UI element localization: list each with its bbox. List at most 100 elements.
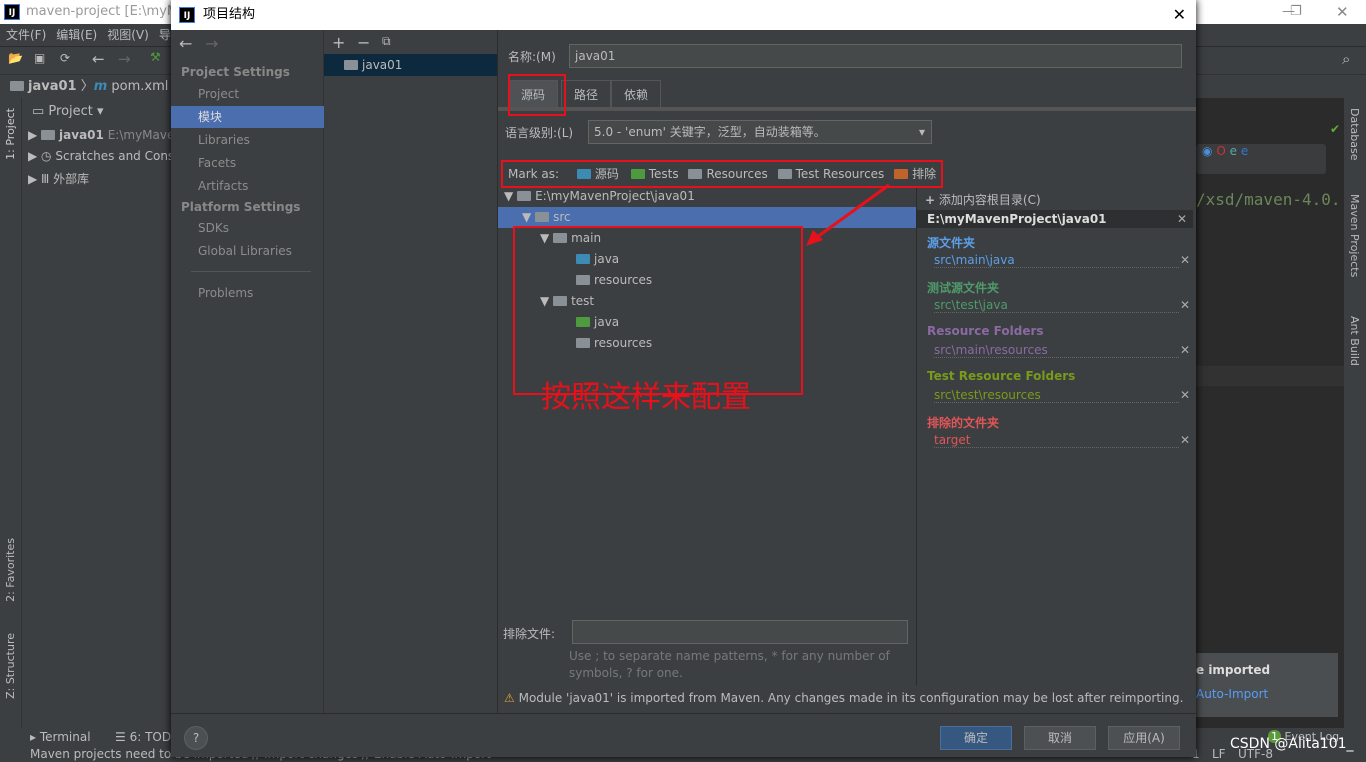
project-tool-tab[interactable]: 1: Project: [4, 108, 17, 160]
remove-folder-icon[interactable]: ✕: [1180, 298, 1190, 312]
warning-icon: ⚠: [504, 691, 515, 705]
maven-tool-tab[interactable]: Maven Projects: [1348, 194, 1361, 277]
favorites-tool-tab[interactable]: 2: Favorites: [4, 538, 17, 602]
structure-tool-tab[interactable]: Z: Structure: [4, 633, 17, 699]
content-root-header: E:\myMavenProject\java01 ✕: [917, 210, 1193, 228]
csdn-watermark: CSDN @Alita101_: [1230, 736, 1354, 752]
tree-item-external-libs[interactable]: ▶ Ⅲ 外部库: [28, 170, 89, 187]
nav-project[interactable]: Project: [171, 83, 324, 105]
expand-arrow-icon[interactable]: ▼: [504, 189, 513, 203]
nav-libraries[interactable]: Libraries: [171, 129, 324, 151]
nav-back-icon[interactable]: ←: [179, 34, 192, 53]
editor-code: /xsd/maven-4.0.: [1196, 190, 1341, 209]
nav-forward-icon[interactable]: →: [205, 34, 218, 53]
tree-node[interactable]: ▼ E:\myMavenProject\java01: [498, 186, 695, 207]
browser-icons: ◉ O e e: [1196, 144, 1326, 174]
terminal-tab[interactable]: ▸ Terminal: [30, 728, 91, 746]
sync-icon[interactable]: ⟳: [60, 51, 70, 65]
caret-row: [1196, 366, 1344, 386]
restore-button[interactable]: ❐: [1290, 0, 1302, 24]
folder-icon: [535, 212, 550, 222]
root-group-heading: 排除的文件夹: [927, 416, 1000, 430]
ant-tool-tab[interactable]: Ant Build: [1348, 316, 1361, 366]
help-button[interactable]: ?: [184, 726, 208, 750]
tab-divider: [498, 107, 1196, 111]
safari-icon: ◉: [1202, 144, 1213, 158]
nav-divider: [191, 271, 311, 272]
remove-folder-icon[interactable]: ✕: [1180, 253, 1190, 267]
auto-import-link[interactable]: Auto-Import: [1196, 687, 1268, 701]
build-icon[interactable]: ⚒: [150, 50, 161, 64]
check-icon: ✔: [1330, 122, 1341, 136]
nav-sdks[interactable]: SDKs: [171, 217, 324, 239]
ide-title: maven-project [E:\myMav: [26, 4, 194, 19]
close-window-button[interactable]: ✕: [1336, 0, 1349, 24]
platform-settings-heading: Platform Settings: [181, 200, 301, 214]
nav-problems[interactable]: Problems: [171, 282, 324, 304]
cancel-button[interactable]: 取消: [1024, 726, 1096, 750]
add-content-root-button[interactable]: + 添加内容根目录(C): [925, 191, 1041, 208]
nav-facets[interactable]: Facets: [171, 152, 324, 174]
chevron-down-icon: ▾: [918, 125, 925, 139]
dialog-title: 项目结构: [203, 7, 256, 22]
remove-root-icon[interactable]: ✕: [1177, 210, 1187, 228]
root-group-heading: 源文件夹: [927, 236, 976, 250]
nav-global-libraries[interactable]: Global Libraries: [171, 240, 324, 262]
status-lf[interactable]: LF: [1212, 746, 1226, 762]
exclude-files-input[interactable]: [572, 620, 908, 644]
right-tool-strip: Database Maven Projects Ant Build: [1344, 98, 1366, 728]
project-view-dropdown[interactable]: ▭ Project ▾: [32, 104, 104, 119]
tree-item-java01[interactable]: ▶ java01 E:\myMave: [28, 128, 174, 142]
nav-modules[interactable]: 模块: [171, 106, 324, 128]
menu-navigate[interactable]: 导: [159, 28, 171, 42]
module-folder-icon: [10, 81, 24, 91]
root-folder-item[interactable]: src\test\java: [934, 298, 1179, 313]
maven-warning: ⚠ Module 'java01' is imported from Maven…: [504, 691, 1184, 705]
forward-icon[interactable]: →: [118, 50, 131, 68]
search-icon[interactable]: ⌕: [1342, 50, 1350, 68]
tab-dependencies[interactable]: 依赖: [611, 80, 662, 108]
root-folder-item[interactable]: src\main\resources: [934, 343, 1179, 358]
save-icon[interactable]: ▣: [34, 51, 45, 65]
remove-folder-icon[interactable]: ✕: [1180, 343, 1190, 357]
dialog-title-bar: IJ 项目结构 ✕: [171, 0, 1196, 30]
tab-paths[interactable]: 路径: [561, 80, 612, 108]
nav-artifacts[interactable]: Artifacts: [171, 175, 324, 197]
maven-icon: m: [93, 79, 108, 94]
copy-module-button[interactable]: ⧉: [382, 34, 391, 49]
project-settings-heading: Project Settings: [181, 65, 290, 79]
menu-edit[interactable]: 编辑(E): [56, 28, 97, 42]
name-input[interactable]: java01: [569, 44, 1182, 68]
highlight-sources-tab: [508, 74, 566, 116]
add-module-button[interactable]: +: [332, 33, 345, 52]
root-folder-item[interactable]: src\main\java: [934, 253, 1179, 268]
back-icon[interactable]: ←: [92, 50, 105, 68]
remove-folder-icon[interactable]: ✕: [1180, 388, 1190, 402]
root-group-heading: Test Resource Folders: [927, 369, 1076, 383]
open-icon[interactable]: 📂: [8, 51, 23, 65]
module-item[interactable]: java01: [324, 54, 497, 76]
crumb-pom[interactable]: pom.xml: [111, 79, 168, 94]
root-group-heading: Resource Folders: [927, 324, 1044, 338]
apply-button[interactable]: 应用(A): [1108, 726, 1180, 750]
left-tool-strip: 1: Project 2: Favorites Z: Structure: [0, 98, 22, 728]
tree-item-scratches[interactable]: ▶ ◷ Scratches and Cons: [28, 149, 174, 163]
menu-file[interactable]: 文件(F): [6, 28, 46, 42]
roots-panel: + 添加内容根目录(C) E:\myMavenProject\java01 ✕ 源…: [916, 186, 1196, 686]
root-folder-item[interactable]: src\test\resources: [934, 388, 1179, 403]
remove-module-button[interactable]: −: [357, 33, 370, 52]
ok-button[interactable]: 确定: [940, 726, 1012, 750]
dialog-close-button[interactable]: ✕: [1173, 0, 1186, 30]
folder-icon: [517, 191, 532, 201]
root-folder-item[interactable]: target: [934, 433, 1179, 448]
expand-arrow-icon[interactable]: ▼: [522, 210, 531, 224]
language-level-select[interactable]: 5.0 - 'enum' 关键字，泛型，自动装箱等。 ▾: [588, 120, 932, 144]
annotation-arrow: [806, 183, 890, 246]
remove-folder-icon[interactable]: ✕: [1180, 433, 1190, 447]
root-group-heading: 测试源文件夹: [927, 281, 1000, 295]
menu-view[interactable]: 视图(V): [107, 28, 149, 42]
editor-area: ✔ ◉ O e e /xsd/maven-4.0. e imported Auto…: [1196, 98, 1344, 728]
database-tool-tab[interactable]: Database: [1348, 108, 1361, 161]
crumb-java01[interactable]: java01: [28, 79, 77, 94]
language-level-label: 语言级别:(L): [505, 126, 574, 140]
